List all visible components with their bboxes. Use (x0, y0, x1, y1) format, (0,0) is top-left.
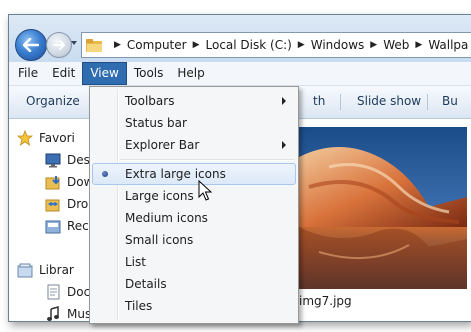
desktop-icon (45, 152, 61, 168)
menu-item-medium-icons[interactable]: Medium icons (92, 207, 296, 229)
forward-arrow-icon (53, 40, 65, 50)
nav-documents[interactable]: Doc (45, 282, 90, 302)
breadcrumb-separator-icon[interactable]: ▶ (415, 40, 422, 50)
back-arrow-icon (23, 38, 39, 52)
breadcrumb-separator-icon[interactable]: ▶ (370, 40, 377, 50)
menu-bar: File Edit View Tools Help (9, 62, 471, 86)
menu-item-extra-large-icons[interactable]: Extra large icons (92, 163, 296, 185)
menu-item-label: Large icons (125, 189, 194, 203)
menu-item-status-bar[interactable]: Status bar (92, 112, 296, 134)
menu-view[interactable]: View (82, 62, 127, 85)
radio-bullet-icon (102, 171, 108, 177)
menu-item-label: Small icons (125, 233, 194, 247)
breadcrumb-web[interactable]: Web (383, 38, 409, 52)
thumbnail-filename[interactable]: img7.jpg (299, 294, 352, 308)
breadcrumb-separator-icon[interactable]: ▶ (298, 40, 305, 50)
menu-item-label: Details (125, 277, 167, 291)
menu-item-label: List (125, 255, 146, 269)
toolbar-divider (340, 94, 341, 110)
breadcrumb-separator-icon[interactable]: ▶ (193, 40, 200, 50)
navigation-pane: Favori Desk Dow Drop Rece Librar Doc Mus (9, 119, 97, 321)
address-box[interactable]: ▶ Computer ▶ Local Disk (C:) ▶ Windows ▶… (81, 32, 471, 58)
menu-tools[interactable]: Tools (127, 63, 171, 84)
menu-item-tiles[interactable]: Tiles (92, 295, 296, 317)
back-button[interactable] (15, 29, 47, 61)
wallpaper-thumbnail[interactable] (299, 127, 467, 289)
recent-pages-dropdown-icon[interactable] (71, 41, 77, 45)
burn-button-fragment[interactable]: Bu (442, 94, 458, 108)
downloads-icon (45, 174, 61, 190)
documents-icon (45, 284, 61, 300)
nav-label: Doc (67, 285, 91, 299)
view-menu-dropdown: Toolbars Status bar Explorer Bar Extra l… (89, 86, 299, 324)
nav-favorites[interactable]: Favori (16, 128, 75, 148)
folder-icon (86, 38, 102, 52)
menu-item-label: Medium icons (125, 211, 208, 225)
nav-label: Mus (67, 307, 92, 321)
forward-button[interactable] (46, 32, 72, 58)
mouse-pointer-icon (198, 180, 212, 201)
address-bar-region: ▶ Computer ▶ Local Disk (C:) ▶ Windows ▶… (9, 15, 471, 62)
recent-places-icon (45, 218, 61, 234)
breadcrumb-separator-icon[interactable]: ▶ (114, 40, 121, 50)
nav-label: Favori (39, 131, 75, 145)
menu-item-label: Status bar (125, 116, 187, 130)
share-button-fragment[interactable]: th (313, 94, 325, 108)
breadcrumb-computer[interactable]: Computer (127, 38, 187, 52)
dropbox-icon (45, 196, 61, 212)
breadcrumb-wallpaper[interactable]: Wallpa (428, 38, 468, 52)
star-icon (16, 129, 34, 146)
organize-button[interactable]: Organize (26, 94, 80, 108)
menu-edit[interactable]: Edit (45, 63, 82, 84)
music-icon (45, 306, 61, 321)
menu-item-label: Toolbars (125, 94, 175, 108)
menu-item-details[interactable]: Details (92, 273, 296, 295)
breadcrumb-local-disk[interactable]: Local Disk (C:) (206, 38, 292, 52)
menu-help[interactable]: Help (170, 63, 211, 84)
menu-item-list[interactable]: List (92, 251, 296, 273)
nav-music[interactable]: Mus (45, 304, 92, 321)
nav-label: Librar (39, 263, 74, 277)
menu-item-explorer-bar[interactable]: Explorer Bar (92, 134, 296, 156)
menu-item-large-icons[interactable]: Large icons (92, 185, 296, 207)
toolbar-divider (427, 94, 428, 110)
menu-file[interactable]: File (11, 63, 45, 84)
nav-libraries[interactable]: Librar (17, 260, 74, 280)
libraries-icon (17, 262, 33, 278)
submenu-arrow-icon (282, 97, 286, 105)
slideshow-button[interactable]: Slide show (357, 94, 421, 108)
menu-item-small-icons[interactable]: Small icons (92, 229, 296, 251)
breadcrumb-windows[interactable]: Windows (311, 38, 365, 52)
submenu-arrow-icon (282, 141, 286, 149)
nav-downloads[interactable]: Dow (45, 172, 93, 192)
menu-divider (120, 159, 294, 161)
menu-item-toolbars[interactable]: Toolbars (92, 90, 296, 112)
menu-item-label: Tiles (125, 299, 153, 313)
menu-item-label: Explorer Bar (125, 138, 200, 152)
